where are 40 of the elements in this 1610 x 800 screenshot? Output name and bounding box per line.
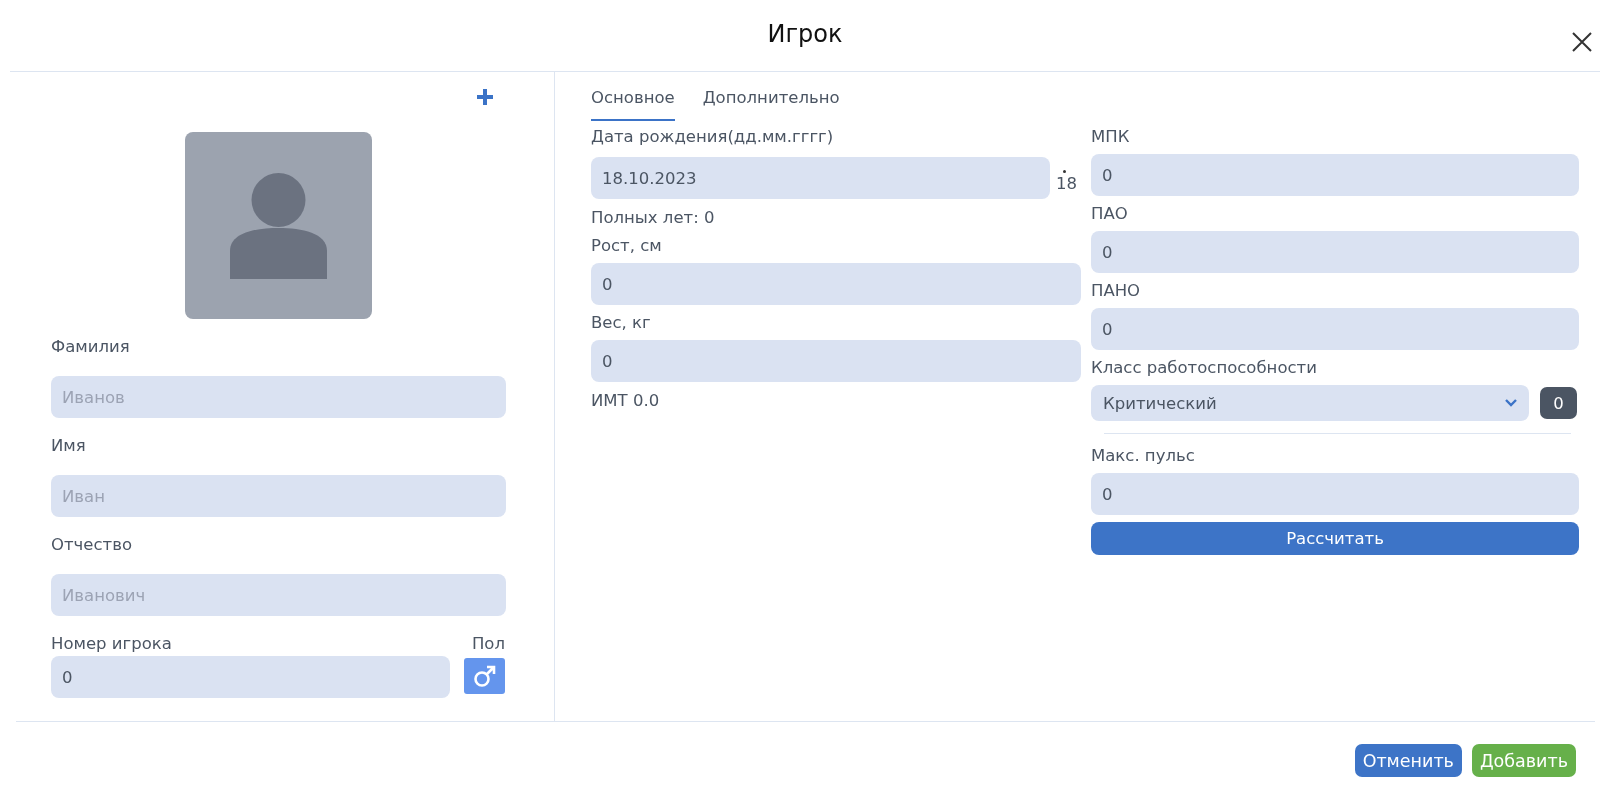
select-value: Критический xyxy=(1103,393,1217,413)
chevron-down-icon xyxy=(1505,399,1517,407)
number-input[interactable]: 0 xyxy=(591,263,1081,305)
field-label: МПК xyxy=(1091,127,1131,147)
field-label: Номер игрока xyxy=(51,634,173,654)
count-badge: 0 xyxy=(1540,387,1577,419)
class-select[interactable]: Критический xyxy=(1091,385,1529,421)
male-symbol-icon xyxy=(472,664,497,688)
age-text: Полных лет: 0 xyxy=(591,208,716,228)
cancel-button[interactable]: Отменить xyxy=(1354,744,1462,777)
field-label: Дата рождения(дд.мм.гггг) xyxy=(591,127,835,147)
number-input[interactable]: 0 xyxy=(1091,473,1579,515)
field-label: Фамилия xyxy=(51,337,131,357)
number-input[interactable]: 0 xyxy=(1091,308,1579,350)
number-input[interactable]: 0 xyxy=(1091,154,1579,196)
field-label: ПАНО xyxy=(1091,281,1142,301)
tab[interactable]: Дополнительно xyxy=(702,88,840,121)
dialog-title: Игрок xyxy=(767,19,843,48)
field-label: Пол xyxy=(471,634,505,654)
add-icon[interactable] xyxy=(475,87,495,107)
field-label: Отчество xyxy=(51,535,133,555)
date-input[interactable]: 18.10.2023 xyxy=(591,157,1050,199)
gender-button[interactable] xyxy=(464,658,505,694)
text-input[interactable]: Иван xyxy=(51,475,506,517)
number-input[interactable]: 0 xyxy=(1091,231,1579,273)
close-icon[interactable] xyxy=(1572,32,1592,52)
number-input[interactable]: 0 xyxy=(51,656,450,698)
bmi-text: ИМТ 0.0 xyxy=(591,391,661,411)
tab[interactable]: Основное xyxy=(591,88,675,121)
text-input[interactable]: Иванов xyxy=(51,376,506,418)
field-label: Имя xyxy=(51,436,87,456)
calculate-button[interactable]: Рассчитать xyxy=(1091,522,1579,555)
field-label: Вес, кг xyxy=(591,313,652,333)
field-label: Класс работоспособности xyxy=(1091,358,1318,378)
field-label: Рост, см xyxy=(591,236,663,256)
field-label: ПАО xyxy=(1091,204,1129,224)
text-input[interactable]: Иванович xyxy=(51,574,506,616)
person-icon xyxy=(230,172,327,279)
field-label: Макс. пульс xyxy=(1091,446,1196,466)
number-input[interactable]: 0 xyxy=(591,340,1081,382)
